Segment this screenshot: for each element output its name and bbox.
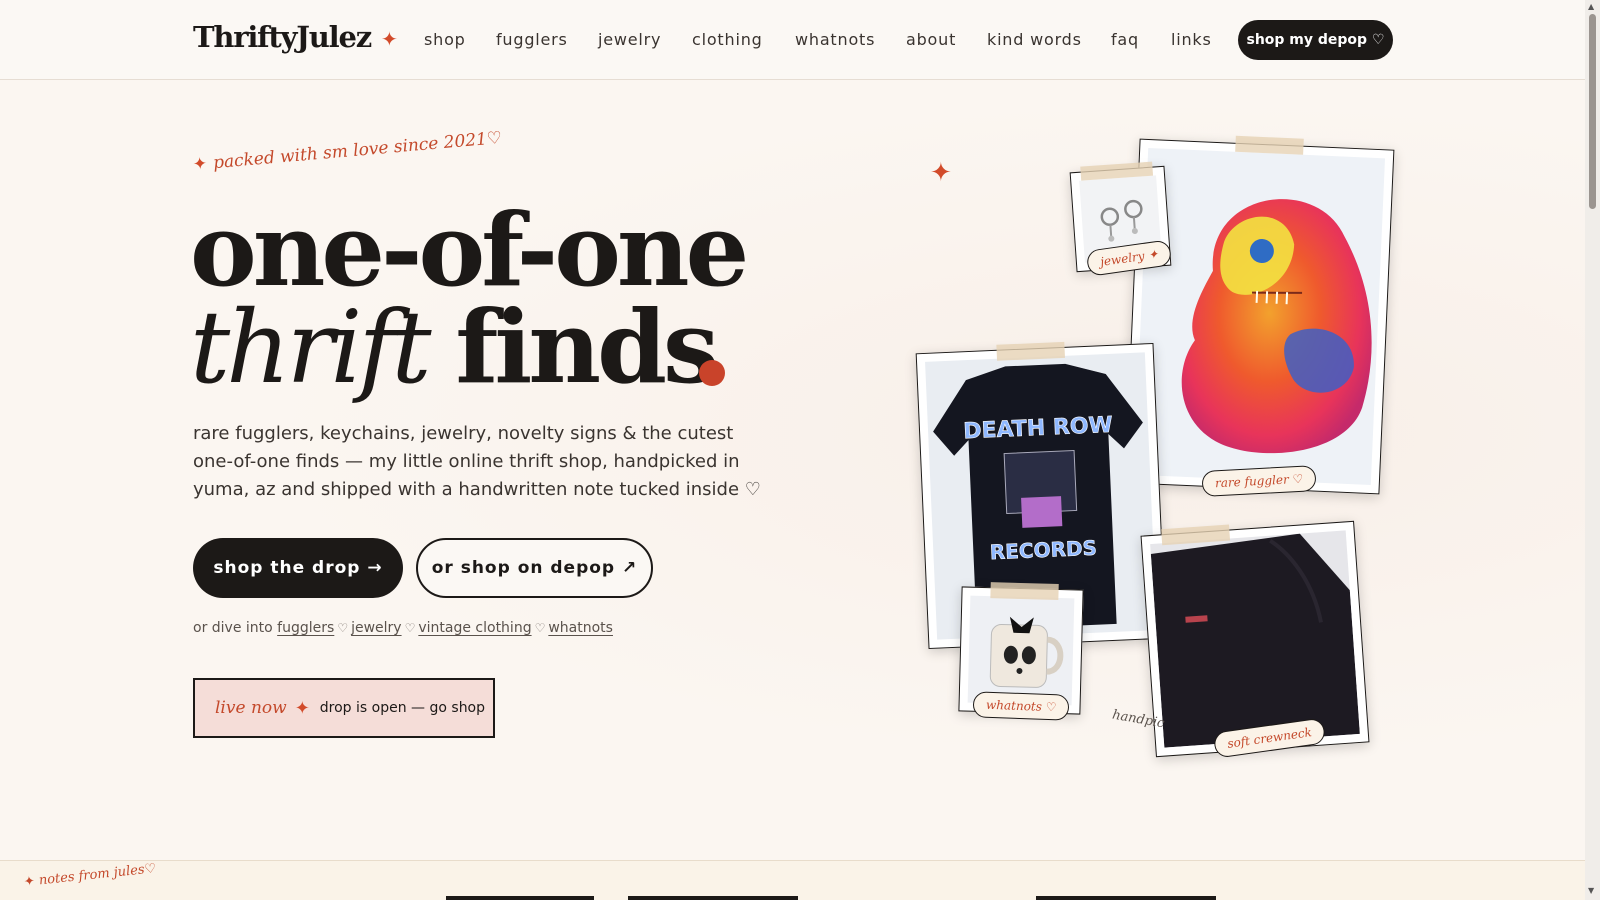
next-section-strip <box>0 860 1585 900</box>
nav-link-shop[interactable]: shop <box>424 30 466 49</box>
dive-link-vintage-clothing[interactable]: vintage clothing <box>418 620 531 636</box>
svg-text:RECORDS: RECORDS <box>989 536 1097 565</box>
live-now-text: drop is open — go shop <box>319 700 486 716</box>
nav-link-clothing[interactable]: clothing <box>692 30 763 49</box>
title-accent-dot <box>699 360 725 386</box>
sparkle-icon: ✦ <box>23 873 40 890</box>
nav-link-kind-words[interactable]: kind words <box>987 30 1082 49</box>
hero-title-line2: thrift finds <box>190 297 719 398</box>
sparkle-icon: ✦ <box>930 158 952 188</box>
nav-link-fugglers[interactable]: fugglers <box>496 30 568 49</box>
nav-link-faq[interactable]: faq <box>1111 30 1139 49</box>
chip-whatnots[interactable]: whatnots ♡ <box>972 691 1070 721</box>
preview-card-edge <box>446 896 594 900</box>
nav-link-jewelry[interactable]: jewelry <box>598 30 661 49</box>
nav-link-links[interactable]: links <box>1171 30 1212 49</box>
dive-link-jewelry[interactable]: jewelry <box>351 620 402 636</box>
page-scrollbar[interactable]: ▲ ▼ <box>1585 0 1600 900</box>
tape-strip <box>1235 135 1304 155</box>
dive-into-links: or dive into fugglers ♡ jewelry ♡ vintage cl… <box>193 620 613 636</box>
crewneck-image <box>1150 533 1360 748</box>
hero-title-italic: thrift <box>190 289 432 406</box>
preview-card-edge <box>1036 896 1216 900</box>
scroll-down-arrow-icon[interactable]: ▼ <box>1588 886 1594 895</box>
heart-icon: ♡ <box>534 621 546 635</box>
dive-prefix: or dive into <box>193 620 273 636</box>
sparkle-icon: ✦ <box>381 27 398 51</box>
heart-icon: ♡ <box>404 621 416 635</box>
live-now-banner[interactable]: live now ✦ drop is open — go shop <box>193 678 495 738</box>
hero-title-line1: one-of-one <box>190 191 749 309</box>
dive-link-fugglers[interactable]: fugglers <box>277 620 334 636</box>
photo-crewneck[interactable] <box>1140 520 1370 758</box>
sparkle-icon: ✦ <box>192 153 209 175</box>
nav-link-about[interactable]: about <box>906 30 956 49</box>
heart-icon: ♡ <box>337 621 349 635</box>
shop-the-drop-button[interactable]: shop the drop → <box>193 538 403 598</box>
live-now-label: live now <box>215 698 287 718</box>
scroll-up-arrow-icon[interactable]: ▲ <box>1588 2 1594 11</box>
dive-link-whatnots[interactable]: whatnots <box>548 620 613 636</box>
hero-title-bold: finds <box>455 288 719 406</box>
preview-card-edge <box>628 896 798 900</box>
shop-my-depop-button[interactable]: shop my depop ♡ <box>1238 20 1393 60</box>
top-navbar: ThriftyJulez ✦ shop fugglers jewelry clo… <box>0 0 1585 80</box>
mug-image <box>989 616 1064 688</box>
nav-link-whatnots[interactable]: whatnots <box>795 30 875 49</box>
tape-strip <box>996 341 1065 361</box>
sparkle-icon: ✦ <box>294 697 310 719</box>
shop-on-depop-button[interactable]: or shop on depop ↗ <box>416 538 653 598</box>
scrollbar-thumb[interactable] <box>1589 14 1596 209</box>
hero-description: rare fugglers, keychains, jewelry, novel… <box>193 423 761 500</box>
site-logo[interactable]: ThriftyJulez <box>193 20 372 54</box>
tape-strip <box>990 582 1059 600</box>
fuggler-image <box>1181 199 1372 454</box>
